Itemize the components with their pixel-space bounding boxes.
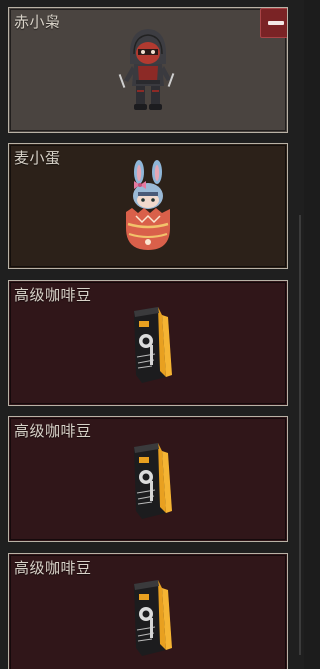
- list-item-pet[interactable]: 麦小蛋: [8, 143, 288, 269]
- bunny-egg-pet-icon: [126, 160, 170, 250]
- coffee-bean-bag-icon: [134, 307, 172, 383]
- coffee-bean-bag-icon: [134, 580, 172, 656]
- scrollbar[interactable]: [299, 215, 301, 655]
- minus-icon: [267, 21, 284, 25]
- item-title: 高级咖啡豆: [14, 286, 92, 304]
- item-title: 赤小枭: [14, 13, 61, 31]
- item-list-panel: 赤小枭 麦小蛋 高级咖啡豆 高级咖啡豆 高级咖啡豆: [0, 0, 304, 669]
- item-title: 麦小蛋: [14, 149, 61, 167]
- list-item-coffee[interactable]: 高级咖啡豆: [8, 553, 288, 669]
- item-title: 高级咖啡豆: [14, 559, 92, 577]
- hooded-ninja-character-icon: [118, 29, 175, 110]
- item-title: 高级咖啡豆: [14, 422, 92, 440]
- coffee-bean-bag-icon: [134, 443, 172, 519]
- list-item-coffee[interactable]: 高级咖啡豆: [8, 280, 288, 406]
- list-item-character[interactable]: 赤小枭: [8, 7, 288, 133]
- list-item-coffee[interactable]: 高级咖啡豆: [8, 416, 288, 542]
- remove-button[interactable]: [260, 8, 287, 38]
